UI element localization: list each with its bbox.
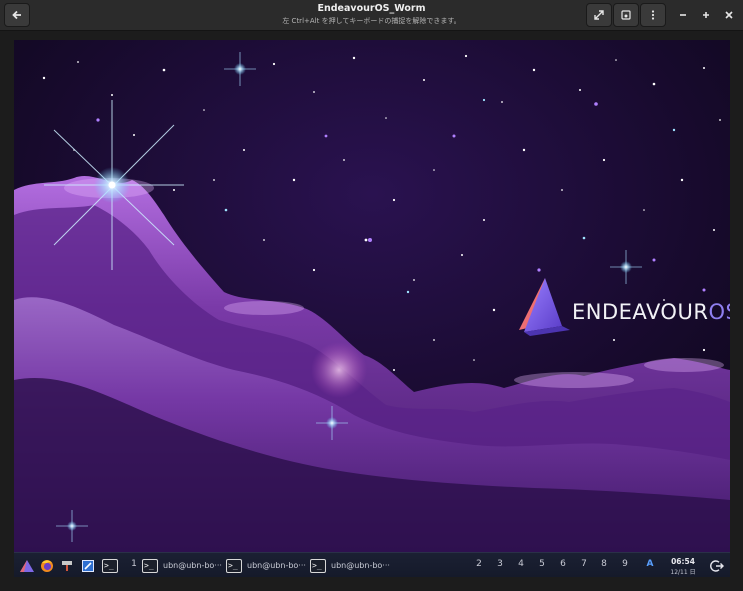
task-button[interactable]: >_ ubn@ubn-bo··· xyxy=(226,556,306,575)
logo-text-accent: OS xyxy=(708,300,730,324)
close-icon[interactable] xyxy=(716,3,742,27)
workspace-8[interactable]: 8 xyxy=(597,559,611,569)
workspace-9[interactable]: 9 xyxy=(618,559,632,569)
firefox-icon[interactable] xyxy=(38,556,56,575)
logout-icon[interactable] xyxy=(708,556,726,575)
workspace-3[interactable]: 3 xyxy=(493,559,507,569)
terminal-icon: >_ xyxy=(226,558,242,573)
camera-icon[interactable] xyxy=(613,3,639,27)
terminal-icon[interactable]: >_ xyxy=(100,556,120,575)
workspace-1[interactable]: 1 xyxy=(127,559,141,569)
guest-screen[interactable]: ENDEAVOUROS >_ 1 >_ ubn@ubn-bo·· xyxy=(14,40,730,577)
expand-icon[interactable] xyxy=(586,3,612,27)
desktop-wallpaper: ENDEAVOUROS xyxy=(14,40,730,552)
text-editor-icon[interactable] xyxy=(79,556,97,575)
terminal-icon: >_ xyxy=(310,558,326,573)
kebab-menu-icon[interactable] xyxy=(640,3,666,27)
file-manager-icon[interactable] xyxy=(58,556,76,575)
taskbar: >_ 1 >_ ubn@ubn-bo··· >_ ubn@ubn-bo··· >… xyxy=(14,552,730,577)
keyboard-layout-indicator[interactable]: A xyxy=(643,559,657,569)
app-launcher-icon[interactable] xyxy=(17,556,37,575)
vm-display-frame: ENDEAVOUROS >_ 1 >_ ubn@ubn-bo·· xyxy=(0,31,743,591)
workspace-4[interactable]: 4 xyxy=(514,559,528,569)
window-titlebar: EndeavourOS_Worm 左 Ctrl+Alt を押してキーボードの捕捉… xyxy=(0,0,743,31)
terminal-icon: >_ xyxy=(142,558,158,573)
clock-time[interactable]: 06:54 xyxy=(668,557,698,566)
task-button[interactable]: >_ ubn@ubn-bo··· xyxy=(142,556,222,575)
task-label: ubn@ubn-bo··· xyxy=(163,561,222,570)
logo-wordmark: ENDEAVOUROS xyxy=(572,300,730,324)
workspace-5[interactable]: 5 xyxy=(535,559,549,569)
terminal-glyph: >_ xyxy=(102,558,118,573)
logo-text-main: ENDEAVOUR xyxy=(572,300,708,324)
task-button[interactable]: >_ ubn@ubn-bo··· xyxy=(310,556,390,575)
task-label: ubn@ubn-bo··· xyxy=(247,561,306,570)
workspace-6[interactable]: 6 xyxy=(556,559,570,569)
workspace-7[interactable]: 7 xyxy=(577,559,591,569)
task-label: ubn@ubn-bo··· xyxy=(331,561,390,570)
clock-date[interactable]: 12/11 日 xyxy=(666,567,700,576)
workspace-2[interactable]: 2 xyxy=(472,559,486,569)
